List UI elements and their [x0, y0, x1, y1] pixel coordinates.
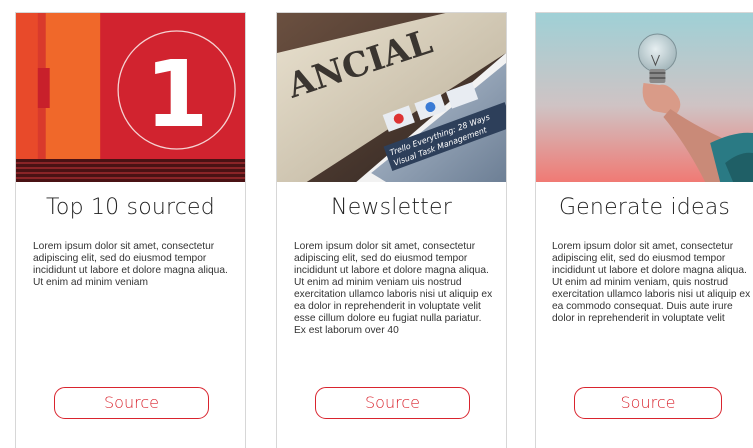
- source-button[interactable]: Source: [574, 387, 722, 419]
- card-newsletter: ANCIAL Trello Everything: 28 Ways Visual…: [276, 12, 507, 448]
- newspaper-tablet-image: ANCIAL Trello Everything: 28 Ways Visual…: [277, 13, 506, 182]
- cards-page: 1 Top 10 sourced Lorem ipsum dolor sit a…: [0, 0, 753, 448]
- source-button[interactable]: Source: [54, 387, 209, 419]
- number-one-badge-image: 1: [16, 13, 245, 182]
- card-top-10-sourced: 1 Top 10 sourced Lorem ipsum dolor sit a…: [15, 12, 246, 448]
- card-title: Newsletter: [331, 195, 452, 220]
- card-body-text: Lorem ipsum dolor sit amet, consectetur …: [33, 241, 228, 288]
- card-title: Generate ideas: [558, 195, 731, 220]
- hand-holding-lightbulb-image: [536, 13, 753, 182]
- badge-number: 1: [145, 41, 208, 148]
- card-generate-ideas: Generate ideas Lorem ipsum dolor sit ame…: [535, 12, 753, 448]
- card-body-text: Lorem ipsum dolor sit amet, consectetur …: [552, 241, 751, 324]
- card-body-text: Lorem ipsum dolor sit amet, consectetur …: [294, 241, 493, 336]
- card-title: Top 10 sourced: [46, 195, 215, 220]
- source-button[interactable]: Source: [315, 387, 470, 419]
